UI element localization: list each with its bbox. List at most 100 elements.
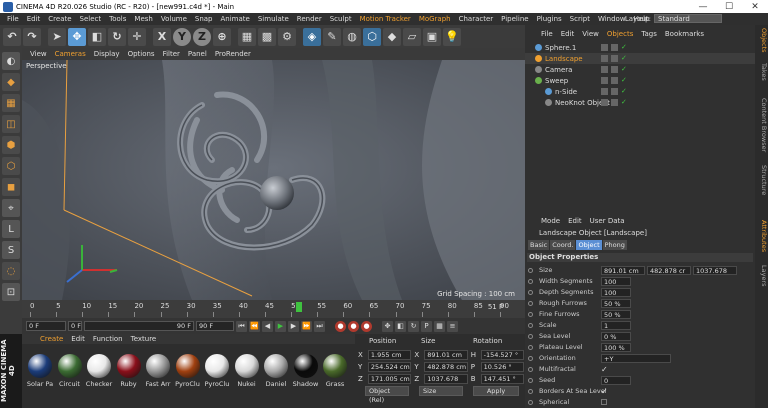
- go-to-start-icon[interactable]: ⏮: [236, 320, 247, 332]
- make-editable-icon[interactable]: ◐: [2, 52, 20, 70]
- size-z-field[interactable]: 1037.678 cm: [424, 373, 468, 392]
- array-icon[interactable]: ⬡: [363, 27, 381, 46]
- edges-mode-icon[interactable]: ⬡: [2, 157, 20, 175]
- timeline-menu-icon[interactable]: ≡: [447, 320, 458, 332]
- object-row-neoknot-object[interactable]: NeoKnot Object ✓: [525, 97, 755, 108]
- enabled-check-icon[interactable]: ✓: [621, 77, 628, 84]
- attribute-tab-phong[interactable]: Phong: [602, 240, 627, 250]
- viewport-menu-cameras[interactable]: Cameras: [51, 50, 90, 58]
- playhead[interactable]: [296, 302, 303, 312]
- enabled-check-icon[interactable]: ✓: [621, 44, 628, 51]
- size-mode-select[interactable]: Size: [419, 386, 463, 396]
- side-tab-attributes[interactable]: Attributes: [755, 220, 768, 252]
- rotation-p-field[interactable]: 10.526 °: [480, 361, 525, 372]
- timeline-ruler[interactable]: 051015202530354045505560657075808590 51 …: [22, 300, 525, 318]
- attribute-menu-user-data[interactable]: User Data: [586, 217, 629, 225]
- menu-render[interactable]: Render: [293, 15, 326, 23]
- magnet-icon[interactable]: ◌: [2, 262, 20, 280]
- editor-visibility-icon[interactable]: [601, 44, 608, 51]
- rotate-icon[interactable]: ↻: [108, 27, 126, 46]
- viewport-menu-view[interactable]: View: [26, 50, 51, 58]
- material-swatch[interactable]: [205, 354, 229, 378]
- material-swatch[interactable]: [264, 354, 288, 378]
- render-visibility-icon[interactable]: [611, 77, 618, 84]
- attribute-checkbox[interactable]: ✓: [601, 365, 608, 374]
- play-icon[interactable]: ▶: [275, 320, 286, 332]
- parameter-key-icon[interactable]: P: [421, 320, 432, 332]
- side-tab-structure[interactable]: Structure: [755, 165, 768, 195]
- attribute-value-field[interactable]: 100: [601, 276, 631, 286]
- close-button[interactable]: ✕: [742, 2, 768, 12]
- material-swatch[interactable]: [28, 354, 52, 378]
- object-menu-objects[interactable]: Objects: [603, 30, 637, 38]
- z-axis-icon[interactable]: Z: [193, 27, 211, 46]
- points-mode-icon[interactable]: ⬢: [2, 136, 20, 154]
- x-axis-icon[interactable]: X: [153, 27, 171, 46]
- viewport-menu-panel[interactable]: Panel: [184, 50, 211, 58]
- enabled-check-icon[interactable]: ✓: [621, 66, 628, 73]
- mouse-icon[interactable]: ⌖: [2, 199, 20, 217]
- maximize-button[interactable]: ☐: [716, 2, 742, 12]
- material-swatch[interactable]: [116, 354, 141, 378]
- attribute-value-field[interactable]: 50 %: [601, 309, 631, 319]
- pen-icon[interactable]: ✎: [323, 27, 341, 46]
- material-menu-edit[interactable]: Edit: [67, 335, 89, 343]
- coordinate-system-icon[interactable]: ⊕: [213, 27, 231, 46]
- render-visibility-icon[interactable]: [611, 99, 618, 106]
- menu-motion-tracker[interactable]: Motion Tracker: [356, 15, 415, 23]
- animate-radio-icon[interactable]: [528, 344, 533, 350]
- attribute-menu-edit[interactable]: Edit: [564, 217, 586, 225]
- enable-axis-icon[interactable]: L: [2, 220, 20, 238]
- current-frame-field[interactable]: 0 F: [68, 321, 82, 331]
- menu-simulate[interactable]: Simulate: [254, 15, 293, 23]
- pla-key-icon[interactable]: ▦: [434, 320, 445, 332]
- animate-radio-icon[interactable]: [528, 399, 533, 405]
- menu-file[interactable]: File: [3, 15, 23, 23]
- animate-radio-icon[interactable]: [528, 333, 533, 339]
- object-row-n-side[interactable]: n-Side ✓: [525, 86, 755, 97]
- cube-icon[interactable]: ◈: [303, 27, 321, 46]
- side-tab-layers[interactable]: Layers: [755, 265, 768, 287]
- animate-radio-icon[interactable]: [528, 322, 533, 328]
- menu-edit[interactable]: Edit: [23, 15, 45, 23]
- material-menu-create[interactable]: Create: [36, 335, 67, 343]
- attribute-value-field[interactable]: 482.878 cr: [647, 265, 691, 275]
- menu-animate[interactable]: Animate: [217, 15, 254, 23]
- attribute-value-field[interactable]: +Y: [601, 353, 671, 363]
- menu-script[interactable]: Script: [566, 15, 594, 23]
- rotation-b-field[interactable]: 147.451 °: [480, 373, 525, 384]
- menu-tools[interactable]: Tools: [105, 15, 130, 23]
- transform-icon[interactable]: ✛: [128, 27, 146, 46]
- animate-radio-icon[interactable]: [528, 300, 533, 306]
- rotation-h-field[interactable]: -154.527 °: [480, 349, 525, 360]
- material-menu-texture[interactable]: Texture: [127, 335, 161, 343]
- attribute-value-field[interactable]: 0: [601, 375, 631, 385]
- rotation-key-icon[interactable]: ↻: [408, 320, 419, 332]
- layout-select[interactable]: Standard: [654, 14, 722, 23]
- coordinate-mode-select[interactable]: Object (Rel): [365, 386, 409, 404]
- attribute-checkbox[interactable]: [601, 399, 607, 405]
- start-frame-field[interactable]: 0 F: [26, 321, 66, 331]
- polygons-mode-icon[interactable]: ◼: [2, 178, 20, 196]
- animate-radio-icon[interactable]: [528, 311, 533, 317]
- material-swatch[interactable]: [323, 354, 347, 378]
- render-visibility-icon[interactable]: [611, 44, 618, 51]
- object-menu-file[interactable]: File: [537, 30, 557, 38]
- position-y-field[interactable]: 254.524 cm: [367, 361, 412, 372]
- menu-mesh[interactable]: Mesh: [130, 15, 156, 23]
- animate-radio-icon[interactable]: [528, 267, 533, 273]
- subdivision-icon[interactable]: ◍: [343, 27, 361, 46]
- apply-button[interactable]: Apply: [473, 386, 519, 396]
- side-tab-objects[interactable]: Objects: [755, 28, 768, 53]
- attribute-value-field[interactable]: 1: [601, 320, 631, 330]
- attribute-value-field[interactable]: 50 %: [601, 298, 631, 308]
- next-key-icon[interactable]: ⏩: [301, 320, 312, 332]
- minimize-button[interactable]: —: [690, 2, 716, 12]
- floor-icon[interactable]: ▱: [403, 27, 421, 46]
- render-visibility-icon[interactable]: [611, 55, 618, 62]
- attribute-value-field[interactable]: 0 %: [601, 331, 631, 341]
- side-tab-takes[interactable]: Takes: [755, 63, 768, 81]
- end-frame-field[interactable]: 90 F: [196, 321, 234, 331]
- object-menu-edit[interactable]: Edit: [557, 30, 579, 38]
- editor-visibility-icon[interactable]: [601, 77, 608, 84]
